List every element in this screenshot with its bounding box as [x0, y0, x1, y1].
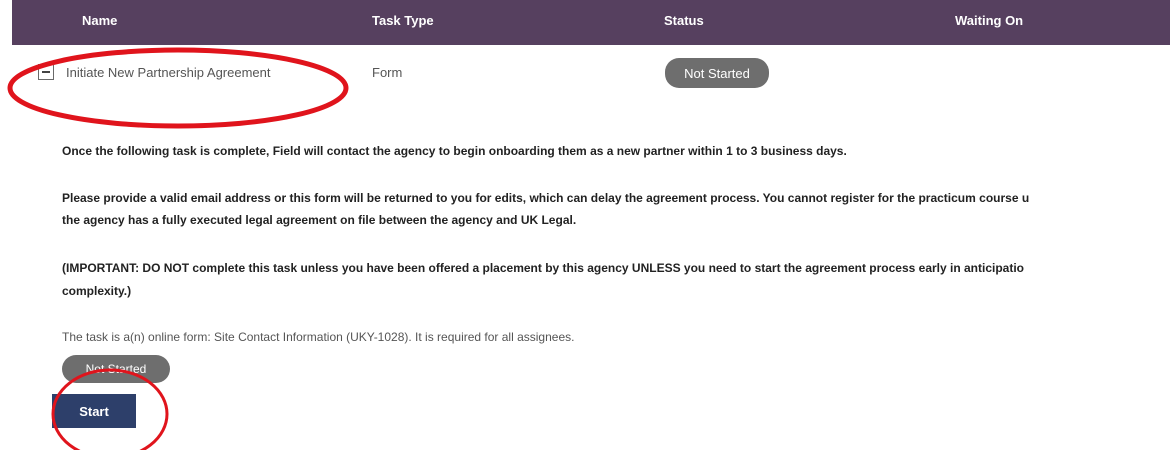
onboarding-info-text: Once the following task is complete, Fie…	[62, 144, 847, 158]
task-type: Form	[372, 65, 403, 80]
column-header-name[interactable]: Name	[82, 13, 117, 28]
start-button[interactable]: Start	[52, 394, 136, 428]
task-info-text: The task is a(n) online form: Site Conta…	[62, 330, 575, 344]
task-status-badge: Not Started	[62, 355, 170, 383]
table-header: Name Task Type Status Waiting On	[12, 0, 1170, 45]
important-notice-line-1: (IMPORTANT: DO NOT complete this task un…	[62, 261, 1025, 275]
column-header-status[interactable]: Status	[664, 13, 704, 28]
status-badge: Not Started	[665, 58, 769, 88]
column-header-waiting-on[interactable]: Waiting On	[955, 13, 1023, 28]
task-name[interactable]: Initiate New Partnership Agreement	[66, 65, 271, 80]
collapse-toggle-icon[interactable]	[38, 64, 54, 80]
important-notice-line-2: complexity.)	[62, 284, 132, 298]
email-notice-line-2: the agency has a fully executed legal ag…	[62, 213, 577, 227]
highlight-circle-task-name	[7, 47, 349, 129]
column-header-task-type[interactable]: Task Type	[372, 13, 434, 28]
